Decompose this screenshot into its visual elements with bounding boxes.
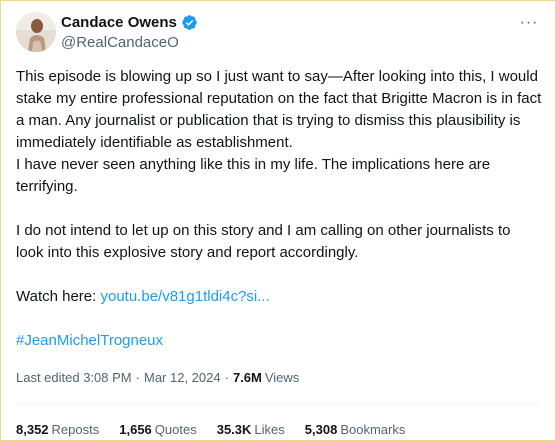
meta-separator: · [224, 370, 229, 385]
stat-label: Bookmarks [340, 422, 406, 437]
tweet-paragraph-2: I have never seen anything like this in … [16, 156, 491, 195]
stat-count: 8,352 [16, 422, 49, 437]
hashtag-link[interactable]: #JeanMichelTrogneux [16, 332, 163, 349]
stat-label: Likes [254, 422, 285, 437]
more-options-icon[interactable]: ··· [518, 12, 540, 34]
verified-badge-icon [182, 15, 197, 30]
engagement-stats: 8,352 Reposts 1,656 Quotes 35.3K Likes 5,30… [16, 422, 425, 437]
tweet-paragraph-3: I do not intend to let up on this story … [16, 222, 511, 261]
avatar-image [16, 12, 56, 52]
stat-count: 35.3K [216, 422, 252, 437]
stat-label: Quotes [154, 422, 197, 437]
tweet-card: Candace Owens @RealCandaceO ··· This epi… [0, 0, 556, 441]
stat-count: 5,308 [304, 422, 338, 437]
tweet-paragraph-1: This episode is blowing up so I just wan… [16, 68, 542, 151]
avatar[interactable] [16, 12, 56, 52]
watch-line: Watch here: youtu.be/v81g1tldi4c?si... [16, 286, 542, 308]
stat-quotes[interactable]: 1,656 Quotes [119, 422, 196, 437]
meta-separator: · [135, 370, 140, 385]
author-name-row[interactable]: Candace Owens [61, 14, 198, 31]
watch-prefix: Watch here: [16, 288, 101, 305]
author-handle[interactable]: @RealCandaceO [61, 34, 179, 51]
views-label: Views [264, 370, 300, 385]
post-date[interactable]: Mar 12, 2024 [144, 370, 221, 385]
stat-bookmarks[interactable]: 5,308 Bookmarks [305, 422, 406, 437]
stat-reposts[interactable]: 8,352 Reposts [16, 422, 99, 437]
author-name[interactable]: Candace Owens [61, 14, 177, 31]
stat-likes[interactable]: 35.3K Likes [217, 422, 285, 437]
stat-count: 1,656 [119, 422, 152, 437]
tweet-text: This episode is blowing up so I just wan… [16, 66, 542, 352]
stat-label: Reposts [51, 422, 100, 437]
edited-time[interactable]: Last edited 3:08 PM [16, 370, 132, 385]
divider [16, 403, 540, 404]
youtube-link[interactable]: youtu.be/v81g1tldi4c?si... [100, 288, 269, 305]
views-count: 7.6M [232, 370, 262, 385]
tweet-meta: Last edited 3:08 PM · Mar 12, 2024 · 7.6… [16, 370, 299, 385]
